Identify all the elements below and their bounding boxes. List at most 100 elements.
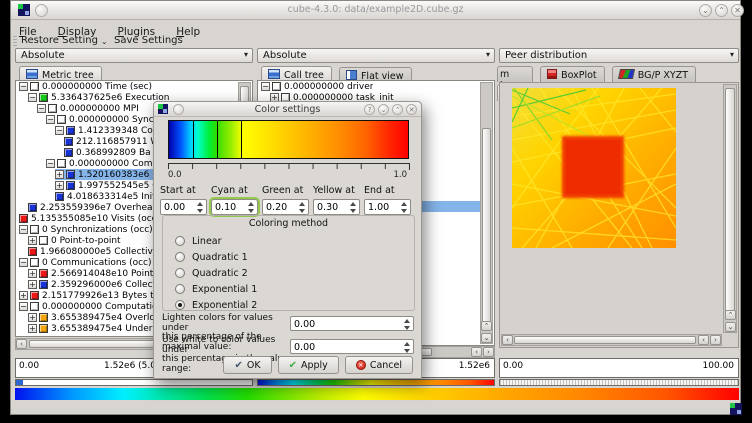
spinner-buttons-icon[interactable] — [247, 202, 255, 213]
collapse-icon[interactable]: − — [46, 115, 55, 124]
spinner-buttons-icon[interactable] — [403, 319, 411, 330]
collapse-icon[interactable]: − — [19, 302, 28, 311]
close-button[interactable]: ✕ — [731, 4, 744, 17]
expand-icon[interactable]: + — [28, 313, 37, 322]
expand-icon[interactable]: + — [28, 280, 37, 289]
end-at-input[interactable]: 1.00 — [364, 199, 411, 215]
expand-icon[interactable]: + — [19, 291, 28, 300]
tree-item-label: 0 Synchronizations (occ) — [42, 225, 153, 235]
collapse-icon[interactable]: − — [28, 93, 37, 102]
dialog-close-button[interactable]: ✕ — [406, 104, 417, 115]
restore-dropdown-chevron-icon[interactable]: ⌄ — [101, 37, 108, 46]
collapse-icon[interactable]: − — [19, 225, 28, 234]
expand-icon[interactable]: + — [28, 236, 37, 245]
start-at-input[interactable]: 0.00 — [160, 199, 207, 215]
metric-color-box-icon — [30, 258, 39, 267]
metric-color-box-icon — [57, 115, 66, 124]
scroll-left-icon[interactable]: ‹ — [698, 335, 709, 345]
save-settings-button[interactable]: Save Settings — [114, 35, 183, 46]
dialog-minimize-button[interactable]: ⌄ — [378, 104, 389, 115]
gradient-marker — [193, 121, 194, 158]
call-mode-selector[interactable]: Absolute ▾ — [257, 48, 495, 63]
spinner-buttons-icon[interactable] — [196, 202, 204, 213]
collapse-icon[interactable]: − — [19, 258, 28, 267]
collapse-icon[interactable]: − — [261, 82, 270, 91]
call-tree-vscrollbar[interactable]: ⌃ ⌄ — [480, 82, 493, 344]
scroll-left-icon[interactable]: ‹ — [502, 335, 513, 345]
dialog-titlebar[interactable]: Color settings ? ⌄ ⌃ ✕ — [154, 102, 421, 117]
tab-bgp-xyzt[interactable]: BG/P XYZT — [612, 66, 696, 82]
metric-mode-selector[interactable]: Absolute ▾ — [15, 48, 253, 63]
scrollbar-thumb[interactable] — [514, 336, 696, 344]
metric-color-box-icon — [48, 104, 57, 113]
expand-icon[interactable]: + — [55, 181, 64, 190]
topology-view[interactable]: ⌃ ⌄ ‹ ‹ › — [499, 82, 739, 348]
restore-setting-button[interactable]: Restore Setting — [21, 35, 98, 46]
scroll-down-icon[interactable]: ⌄ — [481, 333, 492, 343]
scroll-up-icon[interactable]: ⌃ — [725, 310, 736, 320]
apply-button[interactable]: ✔ Apply — [278, 356, 339, 374]
white-percent-input[interactable]: 0.00 — [290, 339, 414, 354]
maximize-button[interactable]: ⌃ — [715, 4, 728, 17]
yellow-at-input[interactable]: 0.30 — [313, 199, 360, 215]
topology-hscrollbar[interactable]: ‹ ‹ › — [501, 334, 722, 346]
metric-color-box-icon — [64, 137, 73, 146]
radio-linear[interactable]: Linear — [175, 233, 410, 249]
scroll-left-icon[interactable]: ‹ — [16, 339, 27, 349]
collapse-icon[interactable]: − — [55, 126, 64, 135]
radio-quadratic-2[interactable]: Quadratic 2 — [175, 265, 410, 281]
tree-item[interactable]: −0.000000000 Time (sec) — [16, 81, 252, 92]
scroll-down-icon[interactable]: ⌄ — [725, 322, 736, 332]
topology-heatmap[interactable] — [512, 88, 676, 248]
expand-icon[interactable]: + — [55, 170, 64, 179]
tab-system-tree[interactable]: m tree — [497, 66, 533, 82]
topology-vscrollbar[interactable]: ⌃ ⌄ — [723, 84, 737, 333]
tree-item[interactable]: −0.000000000 driver — [258, 81, 494, 92]
collapse-icon[interactable]: − — [37, 104, 46, 113]
spinner-buttons-icon[interactable] — [400, 202, 408, 213]
color-gradient-preview — [168, 120, 409, 159]
radio-exponential-1[interactable]: Exponential 1 — [175, 281, 410, 297]
tree-item-label: 2.359296000e6 Collective — [51, 280, 169, 290]
apply-label: Apply — [301, 360, 328, 371]
scroll-right-icon[interactable]: › — [710, 335, 721, 345]
system-mode-selector[interactable]: Peer distribution ▾ — [499, 48, 739, 63]
spinner-buttons-icon[interactable] — [298, 202, 306, 213]
call-tabbar: Call tree Flat view — [261, 64, 414, 81]
radio-exponential-2[interactable]: Exponential 2 — [175, 297, 410, 313]
metric-color-box-icon — [30, 82, 39, 91]
field-value: 0.00 — [164, 202, 185, 213]
lighten-percent-input[interactable]: 0.00 — [290, 316, 414, 331]
tab-boxplot[interactable]: BoxPlot — [540, 66, 605, 82]
call-color-scale — [257, 379, 495, 386]
tree-indent — [16, 317, 28, 318]
window-titlebar[interactable]: cube-4.3.0: data/example2D.cube.gz ⌄ ⌃ ✕ — [11, 1, 740, 20]
collapse-icon[interactable]: − — [19, 82, 28, 91]
metric-color-box-icon — [30, 291, 39, 300]
expand-icon[interactable]: + — [28, 269, 37, 278]
spinner-buttons-icon[interactable] — [403, 342, 411, 353]
toolbar-handle[interactable] — [13, 36, 17, 46]
expand-icon[interactable]: + — [28, 324, 37, 333]
minimize-button[interactable]: ⌄ — [699, 4, 712, 17]
scrollbar-thumb[interactable] — [725, 88, 735, 316]
color-stop-field: Yellow at0.30 — [313, 185, 360, 215]
dialog-maximize-button[interactable]: ⌃ — [392, 104, 403, 115]
scroll-up-icon[interactable]: ⌃ — [481, 321, 492, 331]
apply-check-icon: ✔ — [289, 360, 297, 371]
system-fill-bar — [499, 379, 739, 386]
dialog-help-button[interactable]: ? — [364, 104, 375, 115]
scroll-left-icon[interactable]: ‹ — [471, 347, 482, 357]
spinner-buttons-icon[interactable] — [349, 202, 357, 213]
radio-quadratic-1[interactable]: Quadratic 1 — [175, 249, 410, 265]
scrollbar-thumb[interactable] — [482, 128, 491, 323]
scale-min-label: 0.0 — [168, 170, 182, 180]
green-at-input[interactable]: 0.20 — [262, 199, 309, 215]
scroll-right-icon[interactable]: › — [483, 347, 494, 357]
color-settings-dialog[interactable]: Color settings ? ⌄ ⌃ ✕ 0.0 1.0 Start at0… — [153, 101, 422, 379]
cancel-button[interactable]: ✕ Cancel — [345, 356, 413, 374]
cyan-at-input[interactable]: 0.10 — [211, 199, 258, 215]
ok-button[interactable]: ✔ OK — [223, 356, 271, 374]
metric-fill-segment — [16, 380, 23, 385]
collapse-icon[interactable]: − — [46, 159, 55, 168]
